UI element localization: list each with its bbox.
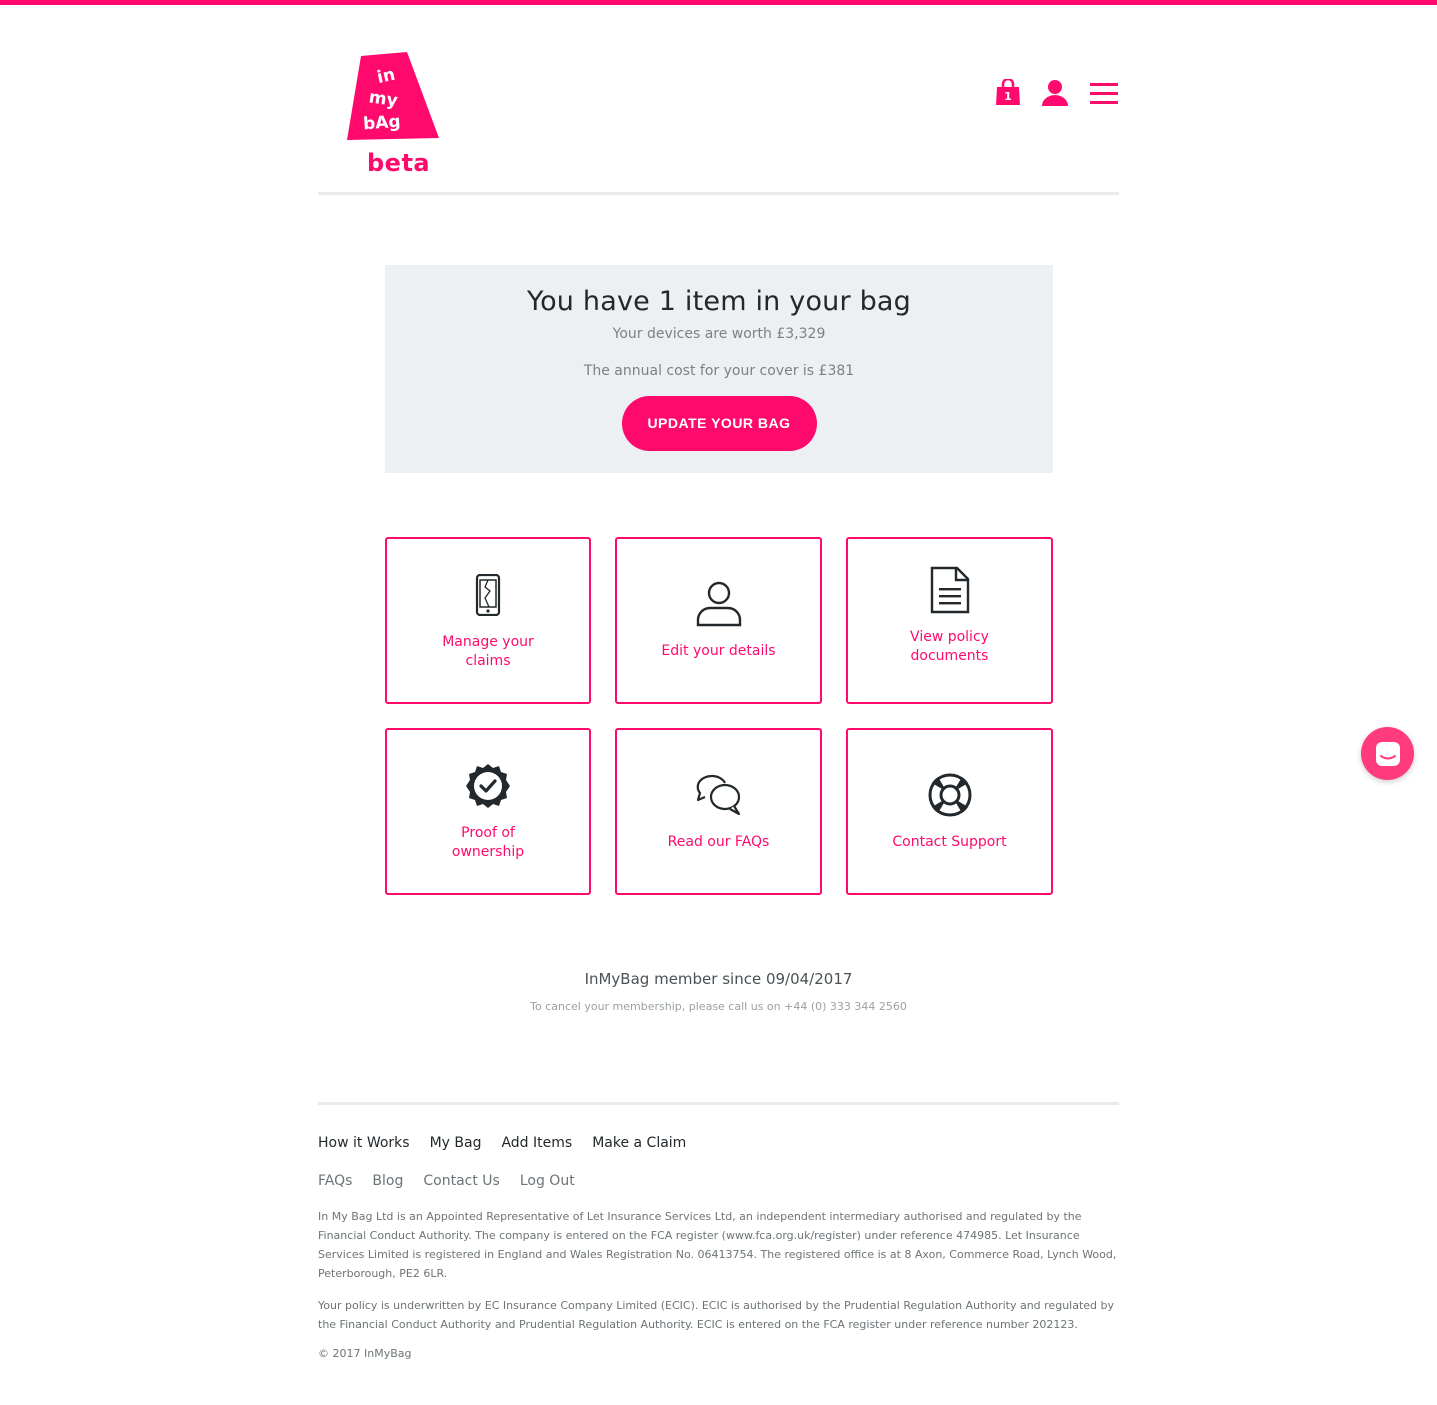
site-footer: How it Works My Bag Add Items Make a Cla… <box>318 1102 1119 1360</box>
footer-link-my-bag[interactable]: My Bag <box>430 1135 482 1151</box>
tile-read-faqs[interactable]: Read our FAQs <box>615 728 822 895</box>
tile-policy-documents[interactable]: View policy documents <box>846 537 1053 704</box>
footer-link-add-items[interactable]: Add Items <box>501 1135 572 1151</box>
bag-summary-title: You have 1 item in your bag <box>526 286 911 317</box>
account-button[interactable] <box>1041 79 1069 107</box>
menu-button[interactable] <box>1089 81 1119 105</box>
beta-label: beta <box>367 149 431 177</box>
tile-manage-claims[interactable]: Manage your claims <box>385 537 591 704</box>
svg-text:my: my <box>368 87 399 111</box>
hamburger-menu-icon <box>1090 83 1118 104</box>
footer-primary-nav: How it Works My Bag Add Items Make a Cla… <box>318 1135 1119 1151</box>
copyright: © 2017 InMyBag <box>318 1347 412 1360</box>
inmybag-logo[interactable]: in my bAg <box>347 52 440 142</box>
member-since: InMyBag member since 09/04/2017 <box>584 970 853 988</box>
tile-label: Read our FAQs <box>667 834 770 850</box>
tile-contact-support[interactable]: Contact Support <box>846 728 1053 895</box>
annual-cost: The annual cost for your cover is £381 <box>583 363 855 379</box>
footer-link-how-it-works[interactable]: How it Works <box>318 1135 410 1151</box>
cancel-note: To cancel your membership, please call u… <box>530 1000 907 1013</box>
bag-count-badge: 1 <box>1004 90 1012 103</box>
tile-label: View policy documents <box>910 628 989 664</box>
footer-link-log-out[interactable]: Log Out <box>520 1173 575 1189</box>
user-icon <box>1042 80 1068 106</box>
legal-text-underwriter: Your policy is underwritten by EC Insura… <box>318 1299 1115 1331</box>
verified-badge-icon <box>466 763 510 808</box>
document-icon <box>930 566 969 613</box>
cracked-phone-icon <box>475 573 501 616</box>
site-header: in my bAg beta 1 <box>318 5 1119 195</box>
chat-launcher-icon <box>1375 741 1400 766</box>
footer-link-contact-us[interactable]: Contact Us <box>423 1173 499 1189</box>
person-outline-icon <box>696 581 741 627</box>
membership-info: InMyBag member since 09/04/2017 To cance… <box>318 970 1119 1013</box>
update-bag-button[interactable]: UPDATE YOUR BAG <box>621 396 817 451</box>
footer-link-blog[interactable]: Blog <box>372 1173 403 1189</box>
tile-label: Manage your claims <box>442 633 534 669</box>
tile-label: Edit your details <box>661 643 776 659</box>
bag-summary: You have 1 item in your bag Your devices… <box>385 265 1053 473</box>
legal-text-appointed-rep: In My Bag Ltd is an Appointed Representa… <box>318 1210 1117 1280</box>
chat-bubbles-icon <box>696 774 740 816</box>
tile-edit-details[interactable]: Edit your details <box>615 537 822 704</box>
header-icons: 1 <box>995 77 1119 109</box>
svg-text:bAg: bAg <box>362 112 401 135</box>
devices-worth: Your devices are worth £3,329 <box>612 326 826 342</box>
footer-link-faqs[interactable]: FAQs <box>318 1173 352 1189</box>
bag-button[interactable]: 1 <box>995 79 1021 107</box>
tile-label: Contact Support <box>892 834 1007 850</box>
footer-link-make-a-claim[interactable]: Make a Claim <box>592 1135 686 1151</box>
action-tiles: Manage your claims Edit your details Vie… <box>385 537 1053 895</box>
footer-secondary-nav: FAQs Blog Contact Us Log Out <box>318 1173 1119 1189</box>
chat-launcher-button[interactable] <box>1361 727 1414 780</box>
tile-label: Proof of ownership <box>451 824 525 860</box>
tile-proof-of-ownership[interactable]: Proof of ownership <box>385 728 591 895</box>
lifebuoy-icon <box>928 773 971 817</box>
